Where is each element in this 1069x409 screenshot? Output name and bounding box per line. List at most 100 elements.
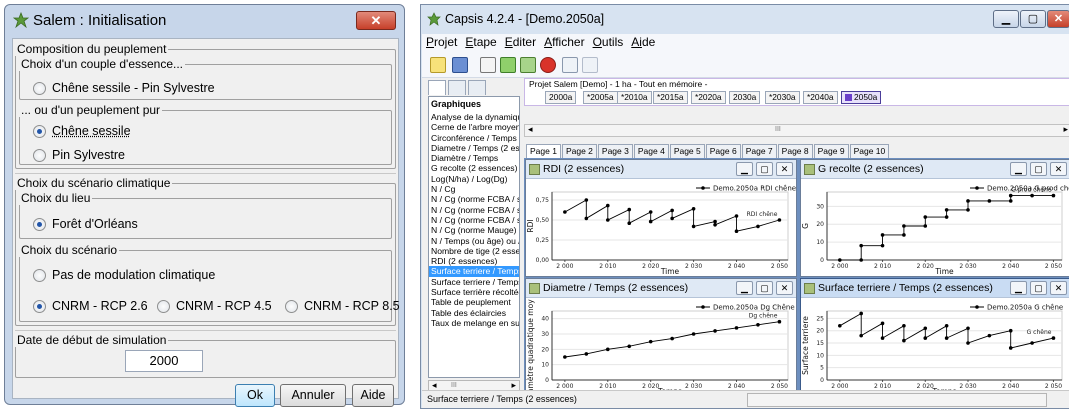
- graph-list-item[interactable]: Nombre de tige (2 essenc: [429, 246, 519, 256]
- graph-list-item-selected[interactable]: Surface terriere / Temps: [429, 266, 519, 277]
- graph-list-item[interactable]: N / Temps (ou âge) ou /: [429, 236, 519, 246]
- minimize-icon[interactable]: ▁: [736, 281, 753, 295]
- minimize-icon[interactable]: ▁: [1010, 162, 1027, 176]
- maximize-button[interactable]: ▢: [1020, 10, 1046, 28]
- graph-list-item[interactable]: Log(N/ha) / Log(Dg): [429, 174, 519, 184]
- maximize-icon[interactable]: ▢: [1030, 281, 1047, 295]
- tab-page[interactable]: Page 5: [669, 144, 705, 158]
- menu-editer[interactable]: Editer: [501, 34, 540, 52]
- scroll-right-icon[interactable]: ▸: [1063, 124, 1068, 135]
- graph-list-item[interactable]: G recolte (2 essences): [429, 163, 519, 173]
- radio-chene-sessile[interactable]: Chêne sessile: [33, 124, 131, 138]
- radio-button-icon[interactable]: [33, 268, 46, 282]
- tab-tools-icon[interactable]: [468, 80, 486, 95]
- graph-list-item[interactable]: N / Cg (norme FCBA / sta: [429, 194, 519, 204]
- minimize-button[interactable]: ▁: [993, 10, 1019, 28]
- open-project-icon[interactable]: [452, 57, 468, 73]
- radio-selected-icon[interactable]: [33, 217, 46, 231]
- tab-page[interactable]: Page 3: [597, 144, 633, 158]
- graph-list-item[interactable]: Surface terrière récoltée: [429, 287, 519, 297]
- minimize-icon[interactable]: ▁: [1010, 281, 1027, 295]
- menu-outils[interactable]: Outils: [589, 34, 628, 52]
- new-project-icon[interactable]: [430, 57, 446, 73]
- radio-button-icon[interactable]: [285, 299, 298, 313]
- link-icon[interactable]: [582, 57, 598, 73]
- maximize-icon[interactable]: ▢: [1030, 162, 1047, 176]
- radio-selected-icon[interactable]: [33, 124, 46, 138]
- step-button[interactable]: *2015a: [653, 91, 688, 104]
- step-button[interactable]: *2010a: [617, 91, 652, 104]
- graph-list-item[interactable]: Surface terriere / Temps: [429, 277, 519, 287]
- start-date-input[interactable]: 2000: [125, 350, 203, 372]
- scroll-grip[interactable]: III: [775, 126, 781, 133]
- graph-list-item[interactable]: N / Cg (norme FCBA / sta: [429, 215, 519, 225]
- cancel-button[interactable]: Annuler: [280, 384, 346, 407]
- window-close-button[interactable]: ✕: [1047, 10, 1069, 28]
- tab-page[interactable]: Page 10: [849, 144, 890, 158]
- tab-page[interactable]: Page 8: [777, 144, 813, 158]
- dialog-titlebar[interactable]: Salem : Initialisation ✕: [5, 5, 404, 35]
- steps-scrollbar[interactable]: ◂ III ▸: [524, 124, 1069, 137]
- step-button[interactable]: *2040a: [803, 91, 838, 104]
- tab-page[interactable]: Page 2: [561, 144, 597, 158]
- tab-page[interactable]: Page 9: [813, 144, 849, 158]
- menu-afficher[interactable]: Afficher: [540, 34, 588, 52]
- radio-rcp45[interactable]: CNRM - RCP 4.5: [157, 299, 272, 313]
- save-icon[interactable]: [480, 57, 496, 73]
- menu-etape[interactable]: Etape: [461, 34, 500, 52]
- graph-list-item[interactable]: Taux de melange en surfa: [429, 318, 519, 328]
- diametre-window-titlebar[interactable]: Diametre / Temps (2 essences) ▁ ▢ ✕: [526, 279, 796, 298]
- graph-list-item[interactable]: N / Cg (norme FCBA / sta: [429, 205, 519, 215]
- radio-selected-icon[interactable]: [33, 299, 46, 313]
- step-button[interactable]: 2000a: [545, 91, 577, 104]
- radio-couple[interactable]: Chêne sessile - Pin Sylvestre: [33, 81, 215, 95]
- tile-icon[interactable]: [562, 57, 578, 73]
- graph-list-item[interactable]: Cerne de l'arbre moyen /: [429, 122, 519, 132]
- capsis-titlebar[interactable]: Capsis 4.2.4 - [Demo.2050a] ▁ ▢ ✕: [421, 5, 1069, 33]
- radio-rcp26[interactable]: CNRM - RCP 2.6: [33, 299, 148, 313]
- ok-button[interactable]: Ok: [235, 384, 275, 407]
- maximize-icon[interactable]: ▢: [756, 162, 773, 176]
- radio-foret-orleans[interactable]: Forêt d'Orléans: [33, 217, 138, 231]
- scroll-left-icon[interactable]: ◂: [528, 124, 533, 135]
- tab-page[interactable]: Page 6: [705, 144, 741, 158]
- close-button[interactable]: ✕: [356, 11, 396, 30]
- graph-list-item[interactable]: Diamètre / Temps: [429, 153, 519, 163]
- graph-icon[interactable]: [520, 57, 536, 73]
- scroll-grip[interactable]: III: [451, 382, 457, 389]
- step-icon[interactable]: [500, 57, 516, 73]
- g-recolte-window-titlebar[interactable]: G recolte (2 essences) ▁ ▢ ✕: [801, 160, 1069, 179]
- close-icon[interactable]: ✕: [1050, 162, 1067, 176]
- close-icon[interactable]: ✕: [776, 281, 793, 295]
- graph-list-item[interactable]: Circonférence / Temps: [429, 133, 519, 143]
- minimize-icon[interactable]: ▁: [736, 162, 753, 176]
- step-button[interactable]: 2050a: [841, 91, 882, 104]
- menu-aide[interactable]: Aide: [627, 34, 659, 52]
- graph-list-item[interactable]: Table des éclaircies: [429, 308, 519, 318]
- graph-list-item[interactable]: Table de peuplement: [429, 297, 519, 307]
- tab-search-icon[interactable]: [448, 80, 466, 95]
- graph-list-item[interactable]: N / Cg: [429, 184, 519, 194]
- step-button[interactable]: *2030a: [765, 91, 800, 104]
- close-icon[interactable]: ✕: [776, 162, 793, 176]
- stop-icon[interactable]: [540, 57, 556, 73]
- graph-list-item[interactable]: N / Cg (norme Mauge): [429, 225, 519, 235]
- step-button[interactable]: *2005a: [583, 91, 618, 104]
- help-button[interactable]: Aide: [352, 384, 394, 407]
- tab-graphics-icon[interactable]: [428, 80, 446, 95]
- graph-list-item[interactable]: Diametre / Temps (2 esse: [429, 143, 519, 153]
- radio-button-icon[interactable]: [157, 299, 170, 313]
- tab-page[interactable]: Page 4: [633, 144, 669, 158]
- radio-no-modulation[interactable]: Pas de modulation climatique: [33, 268, 215, 282]
- maximize-icon[interactable]: ▢: [756, 281, 773, 295]
- menu-projet[interactable]: Projet: [422, 34, 461, 52]
- surface-terriere-window-titlebar[interactable]: Surface terriere / Temps (2 essences) ▁ …: [801, 279, 1069, 298]
- rdi-window-titlebar[interactable]: RDI (2 essences) ▁ ▢ ✕: [526, 160, 796, 179]
- radio-pin-sylvestre[interactable]: Pin Sylvestre: [33, 148, 125, 162]
- step-button[interactable]: *2020a: [691, 91, 726, 104]
- tab-page[interactable]: Page 7: [741, 144, 777, 158]
- graph-list-item[interactable]: RDI (2 essences): [429, 256, 519, 266]
- radio-button-icon[interactable]: [33, 148, 46, 162]
- radio-rcp85[interactable]: CNRM - RCP 8.5: [285, 299, 400, 313]
- step-button[interactable]: 2030a: [729, 91, 761, 104]
